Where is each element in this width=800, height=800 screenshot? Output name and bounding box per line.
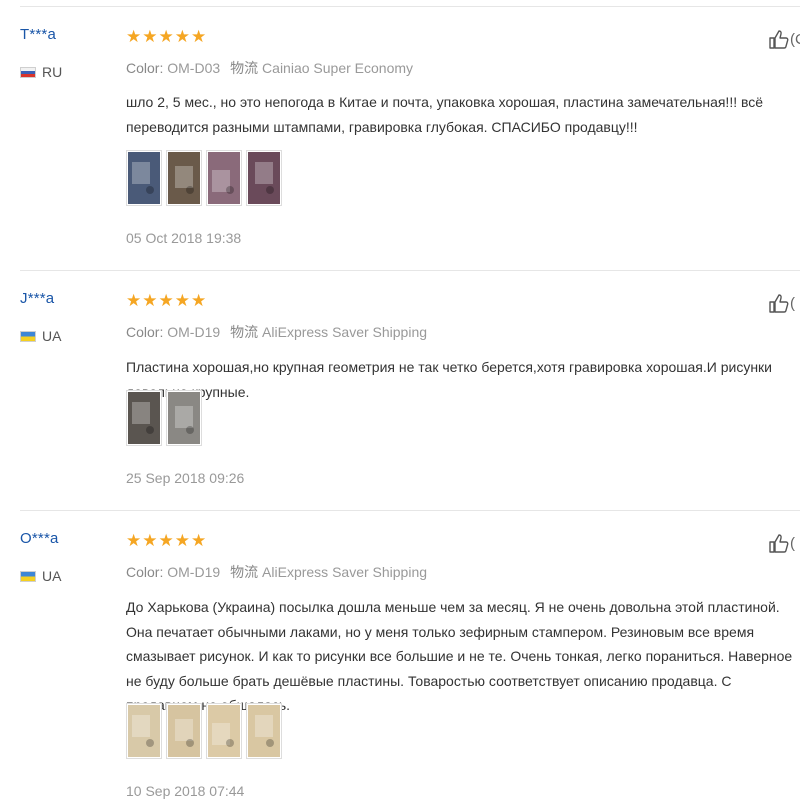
flag-icon xyxy=(20,66,36,78)
review-photo-thumbnail[interactable] xyxy=(126,703,162,759)
thumbs-up-icon xyxy=(768,28,790,50)
review-photo-thumbnail[interactable] xyxy=(206,703,242,759)
color-value: OM-D19 xyxy=(167,324,221,340)
shipping-label: 物流 xyxy=(230,324,259,340)
review-photo-thumbnail[interactable] xyxy=(166,150,202,206)
review-text: До Харькова (Украина) посылка дошла мень… xyxy=(126,599,793,713)
thumbs-up-icon xyxy=(768,532,790,554)
review-photo-thumbnail[interactable] xyxy=(166,703,202,759)
helpful-button[interactable]: ( xyxy=(768,292,795,314)
review-photo-thumbnail[interactable] xyxy=(126,150,162,206)
star-rating: ★ ★ ★ ★ ★ xyxy=(126,292,206,309)
review-divider xyxy=(20,270,800,271)
reviewer-name[interactable]: O***a xyxy=(20,530,59,547)
star-icon: ★ xyxy=(174,531,190,550)
country-code: UA xyxy=(42,328,62,344)
shipping-value: Cainiao Super Economy xyxy=(262,60,414,76)
color-value: OM-D19 xyxy=(167,564,221,580)
review-photos xyxy=(126,703,282,759)
review-date: 25 Sep 2018 09:26 xyxy=(126,470,245,486)
flag-icon xyxy=(20,330,36,342)
reviewer-name[interactable]: J***a xyxy=(20,290,54,307)
star-icon: ★ xyxy=(191,27,207,46)
review-meta: Color: OM-D19 物流 AliExpress Saver Shippin… xyxy=(126,562,427,582)
review-meta: Color: OM-D19 物流 AliExpress Saver Shippin… xyxy=(126,322,427,342)
star-icon: ★ xyxy=(191,291,207,310)
review-meta: Color: OM-D03 物流 Cainiao Super Economy xyxy=(126,58,413,78)
shipping-label: 物流 xyxy=(230,60,259,76)
review-photo-thumbnail[interactable] xyxy=(126,390,162,446)
helpful-count: (C xyxy=(790,30,800,48)
star-icon: ★ xyxy=(191,531,207,550)
country-code: UA xyxy=(42,568,62,584)
star-rating: ★ ★ ★ ★ ★ xyxy=(126,532,206,549)
star-icon: ★ xyxy=(142,291,158,310)
reviewer-country: RU xyxy=(20,64,62,80)
country-code: RU xyxy=(42,64,63,80)
helpful-count: ( xyxy=(790,294,795,312)
shipping-value: AliExpress Saver Shipping xyxy=(262,324,428,340)
star-icon: ★ xyxy=(158,531,174,550)
review-date: 05 Oct 2018 19:38 xyxy=(126,230,242,246)
shipping-label: 物流 xyxy=(230,564,259,580)
star-icon: ★ xyxy=(126,27,142,46)
review-text: шло 2, 5 мес., но это непогода в Китае и… xyxy=(126,94,764,135)
helpful-button[interactable]: (C xyxy=(768,28,800,50)
star-icon: ★ xyxy=(158,291,174,310)
star-icon: ★ xyxy=(126,291,142,310)
color-label: Color: xyxy=(126,564,164,580)
review-photo-thumbnail[interactable] xyxy=(206,150,242,206)
star-rating: ★ ★ ★ ★ ★ xyxy=(126,28,206,45)
review-date: 10 Sep 2018 07:44 xyxy=(126,783,245,799)
star-icon: ★ xyxy=(174,27,190,46)
review-divider xyxy=(20,510,800,511)
color-value: OM-D03 xyxy=(167,60,221,76)
review-photo-thumbnail[interactable] xyxy=(166,390,202,446)
review-divider xyxy=(20,6,800,7)
star-icon: ★ xyxy=(126,531,142,550)
star-icon: ★ xyxy=(174,291,190,310)
star-icon: ★ xyxy=(142,531,158,550)
reviewer-country: UA xyxy=(20,568,61,584)
reviewer-name[interactable]: T***a xyxy=(20,26,56,43)
review-text: Пластина хорошая,но крупная геометрия не… xyxy=(126,359,772,400)
star-icon: ★ xyxy=(158,27,174,46)
star-icon: ★ xyxy=(142,27,158,46)
review-photo-thumbnail[interactable] xyxy=(246,150,282,206)
flag-icon xyxy=(20,570,36,582)
color-label: Color: xyxy=(126,60,164,76)
review-photos xyxy=(126,390,202,446)
color-label: Color: xyxy=(126,324,164,340)
thumbs-up-icon xyxy=(768,292,790,314)
review-photo-thumbnail[interactable] xyxy=(246,703,282,759)
helpful-button[interactable]: ( xyxy=(768,532,795,554)
reviewer-country: UA xyxy=(20,328,61,344)
shipping-value: AliExpress Saver Shipping xyxy=(262,564,428,580)
helpful-count: ( xyxy=(790,534,795,552)
review-photos xyxy=(126,150,282,206)
